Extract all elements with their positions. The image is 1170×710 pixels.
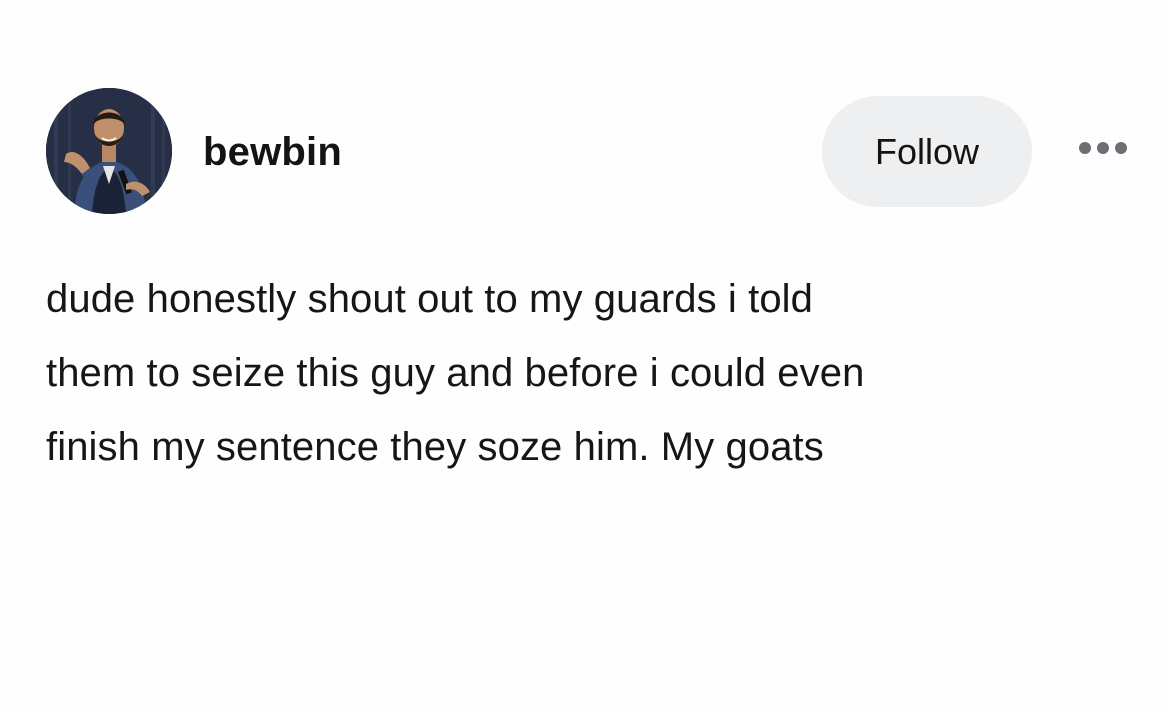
- avatar-photo-icon: [46, 88, 172, 214]
- post-card: bewbin Follow dude honestly shout out to…: [0, 0, 1170, 710]
- author-username[interactable]: bewbin: [203, 128, 342, 176]
- ellipsis-dot-icon: [1079, 142, 1091, 154]
- author-avatar[interactable]: [46, 88, 172, 214]
- ellipsis-dot-icon: [1097, 142, 1109, 154]
- post-text-line: them to seize this guy and before i coul…: [46, 351, 865, 395]
- post-text: dude honestly shout out to my guards i t…: [46, 262, 1116, 484]
- follow-button[interactable]: Follow: [822, 96, 1032, 207]
- post-header: bewbin Follow: [0, 0, 1170, 240]
- ellipsis-dot-icon: [1115, 142, 1127, 154]
- post-text-line: finish my sentence they soze him. My goa…: [46, 425, 824, 469]
- more-options-button[interactable]: [1068, 130, 1138, 166]
- post-text-line: dude honestly shout out to my guards i t…: [46, 277, 813, 321]
